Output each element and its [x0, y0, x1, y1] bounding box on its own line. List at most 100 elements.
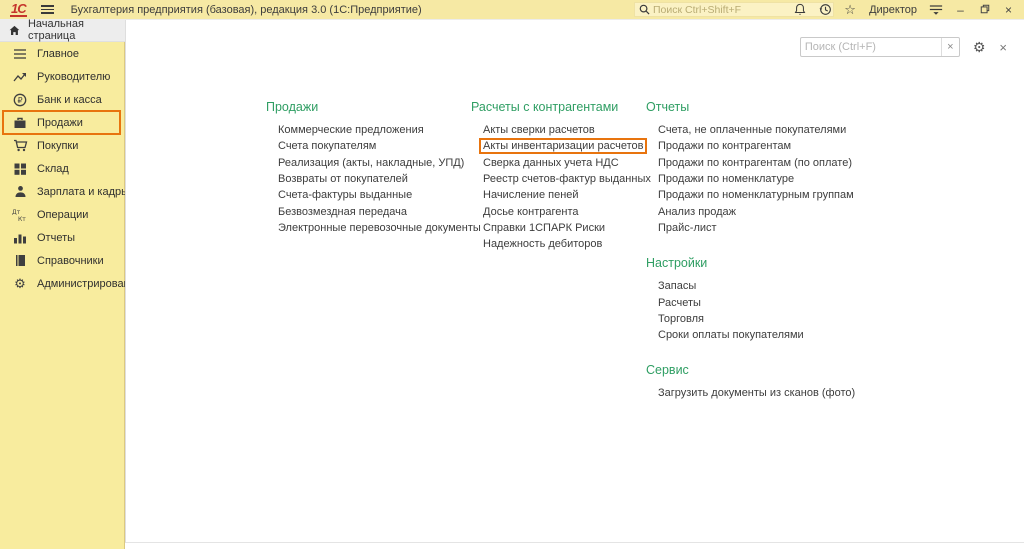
menu-link[interactable]: Сроки оплаты покупателями — [658, 329, 804, 341]
menu-link[interactable]: Начисление пеней — [483, 189, 579, 201]
menu-section-header[interactable]: Отчеты — [646, 100, 861, 122]
tab-home-page[interactable]: Начальная страница — [0, 19, 125, 41]
menu-link[interactable]: Электронные перевозочные документы — [278, 222, 481, 234]
menu-link[interactable]: Справки 1СПАРК Риски — [483, 222, 605, 234]
menu-item-row: Продажи по номенклатуре — [646, 171, 861, 187]
global-search-input[interactable] — [653, 4, 813, 16]
sidebar-item-administration[interactable]: ⚙Администрирование — [0, 272, 124, 295]
menu-link[interactable]: Запасы — [658, 280, 696, 292]
menu-item-row: Сверка данных учета НДС — [471, 155, 646, 171]
menu-item-row: Счета, не оплаченные покупателями — [646, 122, 861, 138]
menu-link[interactable]: Продажи по номенклатурным группам — [658, 189, 854, 201]
sidebar-item-label: Склад — [37, 163, 69, 175]
current-user[interactable]: Директор — [869, 4, 917, 16]
menu-item-row: Торговля — [646, 311, 861, 327]
home-icon — [9, 25, 20, 36]
briefcase-icon — [9, 116, 31, 129]
bar-chart-icon — [9, 231, 31, 244]
close-button[interactable]: × — [1001, 3, 1016, 17]
search-icon — [639, 4, 650, 15]
favorites-star-icon[interactable]: ☆ — [842, 2, 858, 18]
sidebar-item-reports[interactable]: Отчеты — [0, 226, 124, 249]
svg-text:₽: ₽ — [17, 96, 22, 105]
sidebar-item-salary-hr[interactable]: Зарплата и кадры — [0, 180, 124, 203]
1c-logo: 1С — [10, 3, 27, 17]
menu-item-row: Счета покупателям — [266, 138, 466, 154]
sidebar-item-operations[interactable]: ДтКт Операции — [0, 203, 124, 226]
menu-section: Продажи Коммерческие предложения Счета пок… — [266, 100, 466, 236]
restore-button[interactable] — [977, 3, 992, 17]
menu-item-row: Надежность дебиторов — [471, 236, 646, 252]
menu-link[interactable]: Возвраты от покупателей — [278, 173, 408, 185]
service-menu-icon[interactable] — [928, 2, 944, 18]
menu-link[interactable]: Прайс-лист — [658, 222, 717, 234]
menu-link[interactable]: Продажи по контрагентам (по оплате) — [658, 157, 852, 169]
menu-section-header[interactable]: Сервис — [646, 363, 861, 385]
book-icon — [9, 254, 31, 267]
menu-section-header[interactable]: Настройки — [646, 256, 861, 278]
menu-lines-icon — [9, 48, 31, 60]
sidebar-item-main[interactable]: Главное — [0, 42, 124, 65]
title-bar: 1С Бухгалтерия предприятия (базовая), ре… — [0, 0, 1024, 19]
menu-item-row: Справки 1СПАРК Риски — [471, 220, 646, 236]
menu-section: Настройки Запасы Расчеты Торговля Сроки опла… — [646, 256, 861, 343]
panel-settings-gear-icon[interactable]: ⚙ — [973, 40, 986, 54]
menu-link[interactable]: Продажи по контрагентам — [658, 140, 791, 152]
sidebar-item-sales[interactable]: Продажи — [0, 111, 124, 134]
menu-link[interactable]: Счета, не оплаченные покупателями — [658, 124, 846, 136]
menu-link[interactable]: Счета покупателям — [278, 140, 376, 152]
main-menu-icon[interactable] — [41, 5, 54, 14]
menu-section: Расчеты с контрагентами Акты сверки расче… — [471, 100, 646, 252]
menu-section-header[interactable]: Продажи — [266, 100, 466, 122]
menu-link[interactable]: Реестр счетов-фактур выданных — [483, 173, 651, 185]
sidebar-item-manager[interactable]: Руководителю — [0, 65, 124, 88]
sidebar-item-directories[interactable]: Справочники — [0, 249, 124, 272]
menu-column-counterparties: Расчеты с контрагентами Акты сверки расче… — [471, 100, 646, 252]
menu-item-row: Электронные перевозочные документы — [266, 220, 466, 236]
tabstrip: Начальная страница — [0, 19, 125, 42]
menu-link[interactable]: Загрузить документы из сканов (фото) — [658, 387, 855, 399]
menu-section: Сервис Загрузить документы из сканов (фот… — [646, 363, 861, 401]
panel-search-clear-icon[interactable]: × — [941, 38, 959, 56]
menu-link[interactable]: Коммерческие предложения — [278, 124, 424, 136]
menu-link[interactable]: Акты инвентаризации расчетов — [479, 138, 647, 154]
trend-arrow-icon — [9, 71, 31, 83]
menu-item-row: Реестр счетов-фактур выданных — [471, 171, 646, 187]
menu-link[interactable]: Сверка данных учета НДС — [483, 157, 619, 169]
sidebar-item-bank-cash[interactable]: ₽ Банк и касса — [0, 88, 124, 111]
menu-link[interactable]: Реализация (акты, накладные, УПД) — [278, 157, 464, 169]
menu-link[interactable]: Расчеты — [658, 297, 701, 309]
menu-link[interactable]: Торговля — [658, 313, 704, 325]
notifications-bell-icon[interactable] — [792, 2, 808, 18]
sidebar-item-label: Банк и касса — [37, 94, 102, 106]
panel-close-icon[interactable]: × — [999, 40, 1007, 55]
sidebar-item-label: Операции — [37, 209, 88, 221]
grid-icon — [9, 163, 31, 175]
dt-kt-icon: ДтКт — [9, 208, 31, 222]
menu-section-header[interactable]: Расчеты с контрагентами — [471, 100, 646, 122]
cart-icon — [9, 139, 31, 152]
sidebar-item-label: Зарплата и кадры — [37, 186, 129, 198]
menu-link[interactable]: Надежность дебиторов — [483, 238, 602, 250]
menu-link[interactable]: Безвозмездная передача — [278, 206, 407, 218]
menu-link[interactable]: Счета-фактуры выданные — [278, 189, 412, 201]
menu-link[interactable]: Анализ продаж — [658, 206, 736, 218]
menu-item-row: Досье контрагента — [471, 203, 646, 219]
sidebar-item-purchases[interactable]: Покупки — [0, 134, 124, 157]
panel-search: × — [800, 37, 960, 57]
app-title: Бухгалтерия предприятия (базовая), редак… — [71, 4, 422, 16]
minimize-button[interactable]: – — [953, 3, 968, 17]
sidebar-item-warehouse[interactable]: Склад — [0, 157, 124, 180]
sidebar-item-label: Покупки — [37, 140, 78, 152]
sidebar-item-label: Продажи — [37, 117, 83, 129]
panel-search-input[interactable] — [801, 41, 941, 53]
menu-link[interactable]: Продажи по номенклатуре — [658, 173, 794, 185]
section-sidebar: ГлавноеРуководителю ₽ Банк и касса Продажи П… — [0, 42, 125, 549]
menu-item-row: Коммерческие предложения — [266, 122, 466, 138]
menu-link[interactable]: Досье контрагента — [483, 206, 579, 218]
menu-item-row: Загрузить документы из сканов (фото) — [646, 385, 861, 401]
titlebar-icons: ☆ Директор – × — [792, 0, 1024, 19]
menu-link[interactable]: Акты сверки расчетов — [483, 124, 595, 136]
menu-item-row: Акты сверки расчетов — [471, 122, 646, 138]
history-icon[interactable] — [817, 2, 833, 18]
